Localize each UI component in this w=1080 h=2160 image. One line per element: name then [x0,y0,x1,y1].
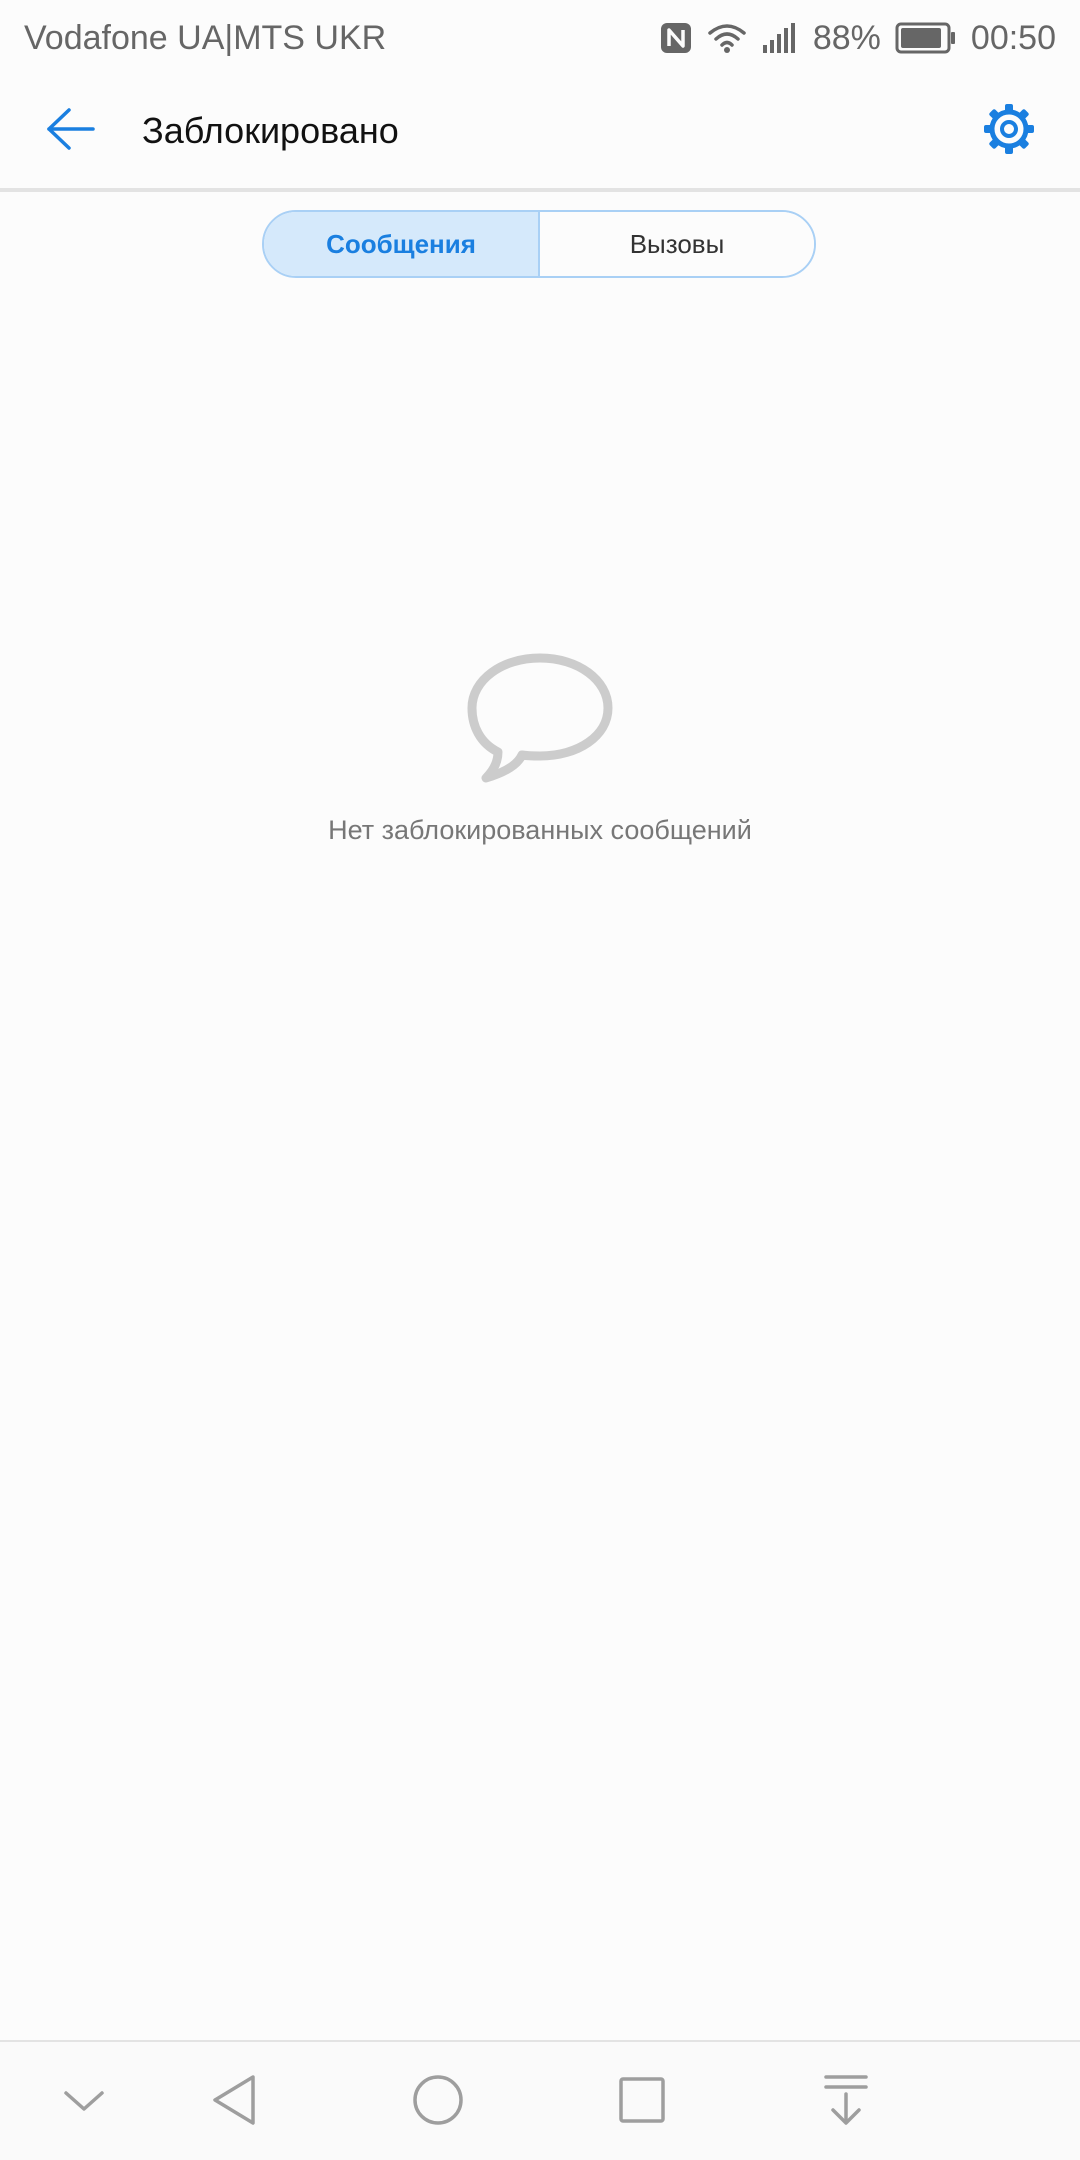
back-triangle-icon [209,2072,259,2133]
signal-icon [761,21,799,55]
wifi-icon [707,21,747,55]
chevron-down-icon [62,2085,106,2120]
gear-icon [982,102,1036,161]
settings-button[interactable] [974,96,1044,166]
back-button[interactable] [36,96,106,166]
screen: Vodafone UA|MTS UKR 88% 00:50 Заблокиров… [0,0,1080,2160]
home-circle-icon [410,2072,466,2133]
hide-nav-button[interactable] [44,2062,124,2142]
empty-state-message: Нет заблокированных сообщений [328,815,752,845]
clock: 00:50 [970,18,1056,57]
nav-recents-button[interactable] [602,2062,682,2142]
carrier-name: Vodafone UA|MTS UKR [24,18,387,57]
navigation-bar [0,2040,1080,2160]
speech-bubble-icon [460,650,620,801]
status-icons: 88% 00:50 [659,19,1056,58]
arrow-left-icon [45,107,97,156]
page-title: Заблокировано [142,110,399,151]
nav-back-button[interactable] [194,2062,274,2142]
app-bar: Заблокировано [0,76,1080,192]
tab-calls[interactable]: Вызовы [540,212,814,276]
status-bar: Vodafone UA|MTS UKR 88% 00:50 [0,0,1080,76]
tab-messages[interactable]: Сообщения [264,212,540,276]
nav-home-button[interactable] [398,2062,478,2142]
notification-pulldown-icon [821,2072,871,2133]
battery-icon [895,22,957,54]
nfc-icon [659,21,693,55]
battery-percent: 88% [812,18,881,57]
empty-state: Нет заблокированных сообщений [0,650,1080,846]
segmented-tabs: Сообщения Вызовы [262,210,816,278]
recents-square-icon [616,2074,668,2131]
nav-notifications-button[interactable] [806,2062,886,2142]
